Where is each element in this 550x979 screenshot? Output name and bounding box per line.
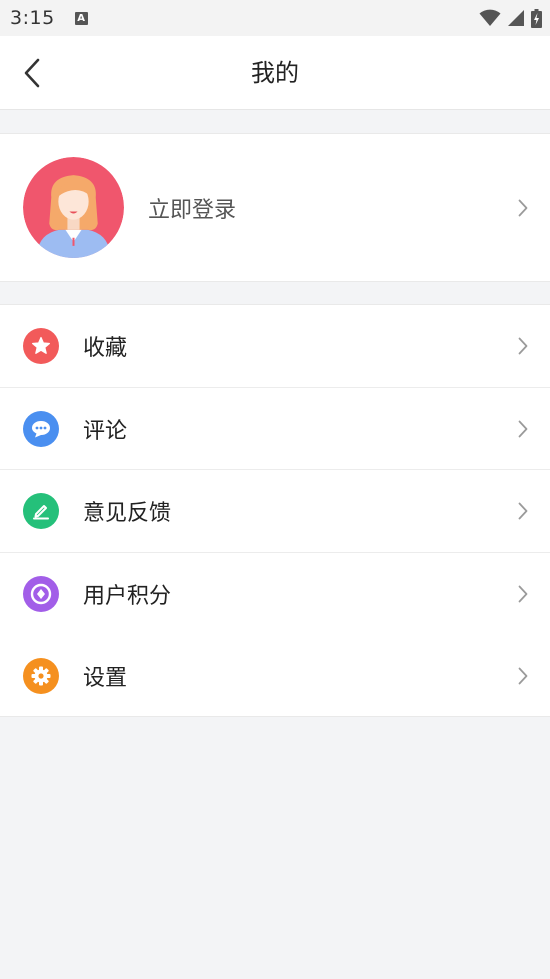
back-button[interactable] [14, 54, 50, 92]
menu-item-comments[interactable]: 评论 [0, 388, 550, 471]
chevron-right-icon [518, 337, 528, 355]
status-time: 3:15 [10, 7, 55, 29]
menu-item-label: 意见反馈 [83, 501, 172, 527]
menu-list: 收藏 评论 意见反馈 用户积分 设置 [0, 304, 550, 717]
chevron-right-icon [518, 667, 528, 685]
menu-item-favorites[interactable]: 收藏 [0, 305, 550, 388]
chevron-right-icon [518, 585, 528, 603]
battery-icon [531, 8, 542, 28]
page-title: 我的 [251, 59, 299, 87]
status-bar: 3:15 A [0, 0, 550, 36]
wifi-icon [479, 9, 501, 26]
chat-icon [23, 410, 59, 447]
chevron-right-icon [518, 420, 528, 438]
star-icon [23, 328, 59, 365]
menu-item-feedback[interactable]: 意见反馈 [0, 470, 550, 553]
menu-item-label: 收藏 [83, 336, 128, 362]
login-card[interactable]: 立即登录 [0, 133, 550, 282]
menu-item-points[interactable]: 用户积分 [0, 553, 550, 636]
chevron-right-icon [518, 502, 528, 520]
back-arrow-icon [24, 58, 40, 88]
diamond-icon [23, 575, 59, 612]
menu-item-settings[interactable]: 设置 [0, 635, 550, 718]
notification-icon: A [74, 11, 88, 25]
menu-item-label: 设置 [83, 666, 128, 692]
edit-icon [23, 493, 59, 530]
chevron-right-icon [518, 199, 528, 216]
gear-icon [23, 658, 59, 695]
menu-item-label: 评论 [83, 418, 128, 444]
status-icons [479, 8, 542, 28]
avatar [23, 157, 124, 258]
nav-bar: 我的 [0, 36, 550, 110]
signal-icon [508, 10, 524, 26]
menu-item-label: 用户积分 [83, 583, 172, 609]
login-label: 立即登录 [148, 197, 237, 223]
